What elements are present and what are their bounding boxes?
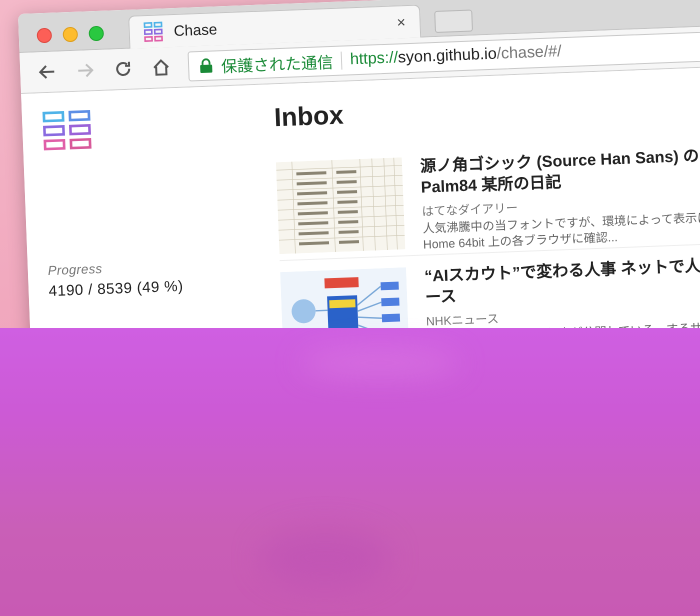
- url-scheme: https://: [349, 49, 399, 69]
- progress-label: Progress: [47, 260, 103, 279]
- url-path: /chase/#/: [496, 43, 562, 63]
- reload-icon[interactable]: [104, 58, 143, 79]
- maximize-window-button[interactable]: [88, 25, 105, 42]
- forward-arrow-icon[interactable]: [66, 60, 105, 81]
- article-thumbnail: [275, 157, 406, 255]
- blurred-shape: [300, 348, 460, 378]
- back-arrow-icon[interactable]: [28, 61, 67, 82]
- blurred-overlay: [0, 328, 700, 616]
- home-icon[interactable]: [142, 57, 181, 78]
- secure-connection-label: 保護された通信: [220, 54, 334, 77]
- progress-value: 4190 / 8539 (49 %): [48, 277, 184, 301]
- minimize-window-button[interactable]: [62, 26, 79, 43]
- chase-logo-icon[interactable]: [42, 109, 93, 151]
- page-title: Inbox: [273, 99, 345, 133]
- article-source: NHKニュース: [425, 311, 500, 329]
- chase-logo-icon: [143, 21, 163, 42]
- url-host: syon.github.io: [397, 45, 498, 67]
- lock-icon: [200, 58, 213, 74]
- article-title[interactable]: “AIスカウト”で変わる人事 ネットで人材 ニュース: [424, 254, 700, 309]
- address-separator: [340, 51, 343, 70]
- browser-window: Chase × 保護された通信 https:// syon.github.io …: [18, 0, 700, 374]
- screenshot-stage: Chase × 保護された通信 https:// syon.github.io …: [0, 0, 700, 616]
- tab-close-icon[interactable]: ×: [397, 14, 406, 31]
- blurred-shape: [260, 528, 390, 588]
- new-tab-button[interactable]: [434, 9, 474, 34]
- article-title[interactable]: 源ノ角ゴシック (Source Han Sans) の - Palm84 某所の…: [420, 144, 700, 199]
- list-item[interactable]: 源ノ角ゴシック (Source Han Sans) の - Palm84 某所の…: [275, 144, 700, 262]
- tab-title: Chase: [173, 20, 218, 40]
- close-window-button[interactable]: [36, 27, 53, 44]
